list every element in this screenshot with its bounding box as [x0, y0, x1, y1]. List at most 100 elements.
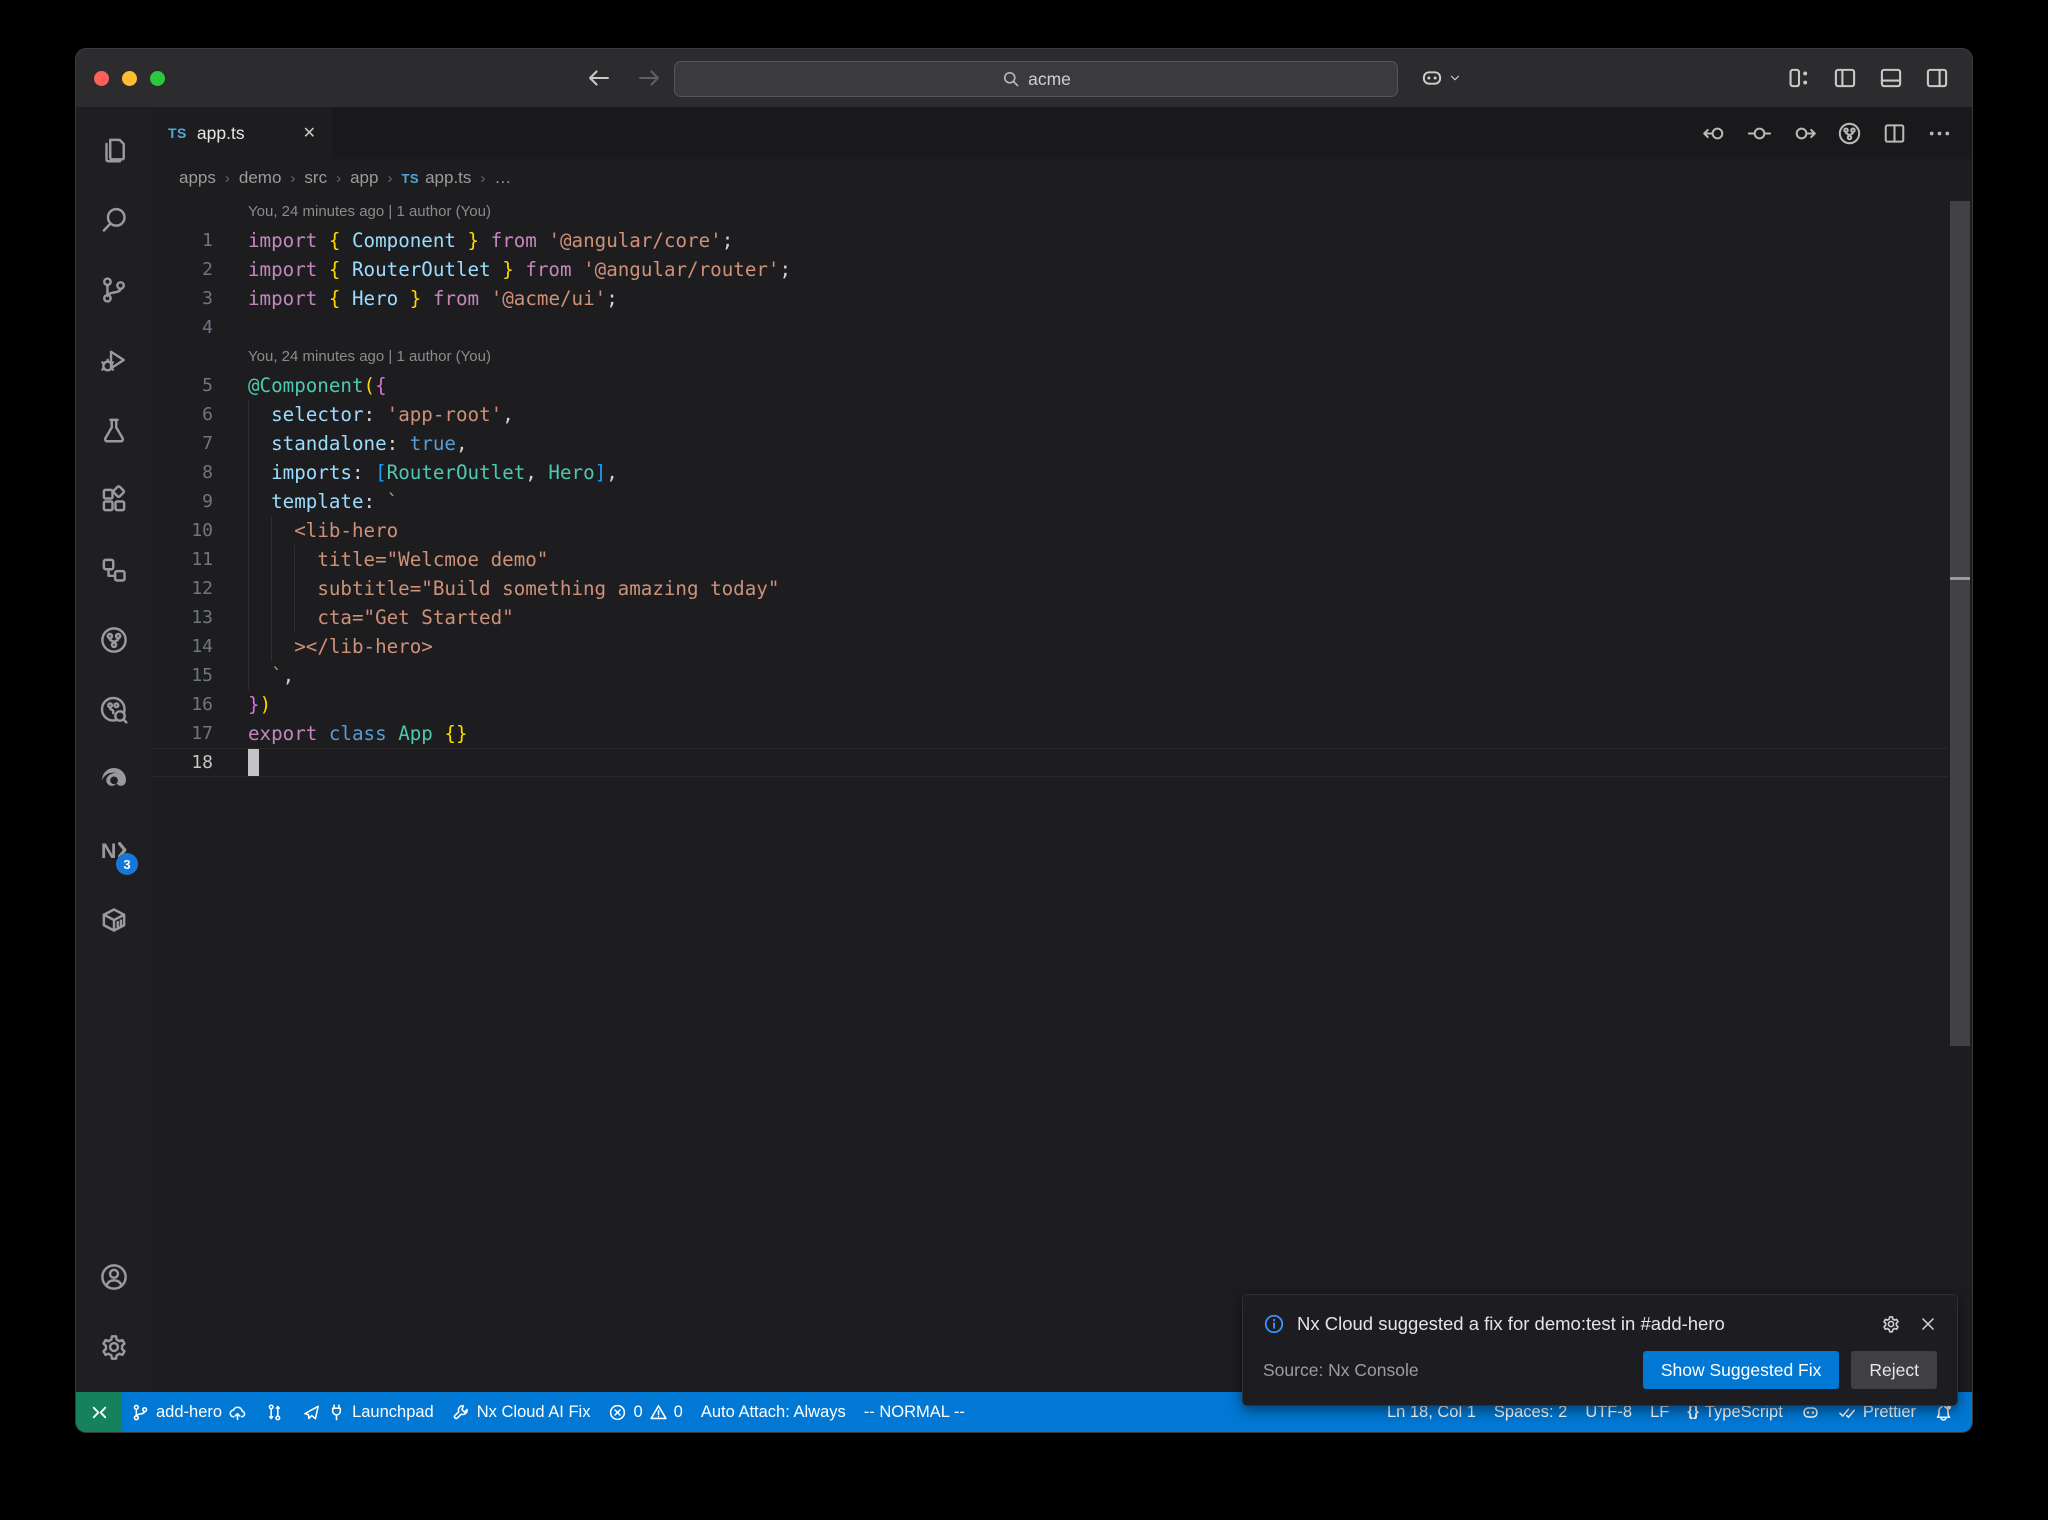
- breadcrumb-item[interactable]: demo: [239, 168, 282, 188]
- breadcrumb-item[interactable]: …: [494, 168, 511, 188]
- line-number[interactable]: 15: [152, 661, 213, 690]
- status-remote-indicator[interactable]: [76, 1392, 122, 1432]
- history-forward-button[interactable]: [634, 63, 664, 93]
- activity-source-control[interactable]: [76, 255, 152, 325]
- breadcrumb-item[interactable]: src: [304, 168, 327, 188]
- nav-forward-button[interactable]: [1789, 118, 1819, 148]
- code-line-10[interactable]: 10 <lib-hero: [152, 516, 1948, 545]
- tab-app-ts[interactable]: TS app.ts ✕: [152, 107, 332, 159]
- code-line-6[interactable]: 6 selector: 'app-root',: [152, 400, 1948, 429]
- split-editor-button[interactable]: [1879, 118, 1909, 148]
- activity-explorer[interactable]: [76, 115, 152, 185]
- breadcrumb-label: src: [304, 168, 328, 187]
- wrench-icon: [452, 1403, 471, 1422]
- activity-nx-console[interactable]: N3: [76, 815, 152, 885]
- line-number[interactable]: 12: [152, 574, 213, 603]
- status-nx-cloud-ai-fix[interactable]: Nx Cloud AI Fix: [443, 1392, 600, 1432]
- line-number[interactable]: 13: [152, 603, 213, 632]
- line-number[interactable]: 11: [152, 545, 213, 574]
- status-auto-attach[interactable]: Auto Attach: Always: [692, 1392, 855, 1432]
- line-number[interactable]: 5: [152, 371, 213, 400]
- line-number[interactable]: 10: [152, 516, 213, 545]
- activity-git-graph[interactable]: [76, 605, 152, 675]
- scrollbar-thumb[interactable]: [1950, 201, 1970, 1046]
- code-line-9[interactable]: 9 template: `: [152, 487, 1948, 516]
- line-number[interactable]: 18: [152, 748, 213, 777]
- code-line-8[interactable]: 8 imports: [RouterOutlet, Hero],: [152, 458, 1948, 487]
- line-number[interactable]: 14: [152, 632, 213, 661]
- toggle-panel-left-button[interactable]: [1830, 63, 1860, 93]
- breadcrumb-label: app.ts: [425, 168, 472, 187]
- code-line-5[interactable]: 5 @Component({: [152, 371, 1948, 400]
- code-line-17[interactable]: 17 export class App {}: [152, 719, 1948, 748]
- line-number[interactable]: 9: [152, 487, 213, 516]
- git-blame-annotation[interactable]: You, 24 minutes ago | 1 author (You): [152, 342, 1948, 371]
- activity-run-debug[interactable]: [76, 325, 152, 395]
- line-number[interactable]: 16: [152, 690, 213, 719]
- git-graph-view-button[interactable]: [1834, 118, 1864, 148]
- status-git-compare[interactable]: [256, 1392, 293, 1432]
- zoom-window-button[interactable]: [150, 70, 165, 86]
- activity-manage-settings[interactable]: [76, 1312, 152, 1382]
- breadcrumb-label: apps: [179, 168, 216, 187]
- toggle-panel-bottom-button[interactable]: [1876, 63, 1906, 93]
- nav-current-button[interactable]: [1744, 118, 1774, 148]
- activity-search[interactable]: [76, 185, 152, 255]
- breadcrumb-item[interactable]: TS app.ts: [401, 168, 471, 188]
- code-line-13[interactable]: 13 cta="Get Started": [152, 603, 1948, 632]
- breadcrumb-separator-icon: ›: [336, 169, 342, 187]
- code-line-1[interactable]: 1 import { Component } from '@angular/cor…: [152, 226, 1948, 255]
- customize-layout-button[interactable]: [1784, 63, 1814, 93]
- line-number[interactable]: 1: [152, 226, 213, 255]
- command-center-search[interactable]: acme: [674, 61, 1398, 97]
- activity-extensions[interactable]: [76, 465, 152, 535]
- reject-button[interactable]: Reject: [1851, 1351, 1937, 1389]
- nav-back-icon: [1702, 121, 1727, 146]
- show-suggested-fix-button[interactable]: Show Suggested Fix: [1642, 1351, 1840, 1389]
- copilot-menu[interactable]: [1420, 49, 1462, 107]
- status-vim-mode[interactable]: -- NORMAL --: [855, 1392, 974, 1432]
- code-line-12[interactable]: 12 subtitle="Build something amazing tod…: [152, 574, 1948, 603]
- line-number[interactable]: 8: [152, 458, 213, 487]
- code-line-3[interactable]: 3 import { Hero } from '@acme/ui';: [152, 284, 1948, 313]
- info-icon: [1263, 1313, 1285, 1335]
- code-line-14[interactable]: 14 ></lib-hero>: [152, 632, 1948, 661]
- history-back-button[interactable]: [584, 63, 614, 93]
- notification-close-icon[interactable]: [1919, 1315, 1937, 1333]
- activity-edge-browser[interactable]: [76, 745, 152, 815]
- line-number[interactable]: 7: [152, 429, 213, 458]
- code-line-2[interactable]: 2 import { RouterOutlet } from '@angular/…: [152, 255, 1948, 284]
- code-line-18[interactable]: 18: [152, 748, 1948, 777]
- line-number[interactable]: 17: [152, 719, 213, 748]
- line-number[interactable]: 4: [152, 313, 213, 342]
- notification-settings-icon[interactable]: [1881, 1314, 1901, 1334]
- line-number[interactable]: 2: [152, 255, 213, 284]
- git-blame-annotation[interactable]: You, 24 minutes ago | 1 author (You): [152, 197, 1948, 226]
- nav-back-button[interactable]: [1699, 118, 1729, 148]
- activity-gitlens-search[interactable]: [76, 675, 152, 745]
- activity-containers[interactable]: [76, 885, 152, 955]
- code-line-11[interactable]: 11 title="Welcmoe demo": [152, 545, 1948, 574]
- code-line-15[interactable]: 15 `,: [152, 661, 1948, 690]
- close-tab-icon[interactable]: ✕: [303, 123, 316, 143]
- indent-guide: [271, 516, 272, 661]
- activity-testing[interactable]: [76, 395, 152, 465]
- minimize-window-button[interactable]: [122, 70, 137, 86]
- more-actions-button[interactable]: [1924, 118, 1954, 148]
- status-launchpad[interactable]: Launchpad: [293, 1392, 443, 1432]
- activity-accounts[interactable]: [76, 1242, 152, 1312]
- breadcrumb-item[interactable]: apps: [179, 168, 216, 188]
- status-git-branch[interactable]: add-hero: [122, 1392, 256, 1432]
- code-line-4[interactable]: 4: [152, 313, 1948, 342]
- nav-current-icon: [1747, 121, 1772, 146]
- line-number[interactable]: 3: [152, 284, 213, 313]
- activity-project-hierarchy[interactable]: [76, 535, 152, 605]
- toggle-panel-right-button[interactable]: [1922, 63, 1952, 93]
- close-window-button[interactable]: [94, 70, 109, 86]
- code-line-16[interactable]: 16}): [152, 690, 1948, 719]
- status-problems[interactable]: 00: [599, 1392, 691, 1432]
- code-line-7[interactable]: 7 standalone: true,: [152, 429, 1948, 458]
- breadcrumb-item[interactable]: app: [350, 168, 378, 188]
- line-number[interactable]: 6: [152, 400, 213, 429]
- breadcrumb-separator-icon: ›: [387, 169, 393, 187]
